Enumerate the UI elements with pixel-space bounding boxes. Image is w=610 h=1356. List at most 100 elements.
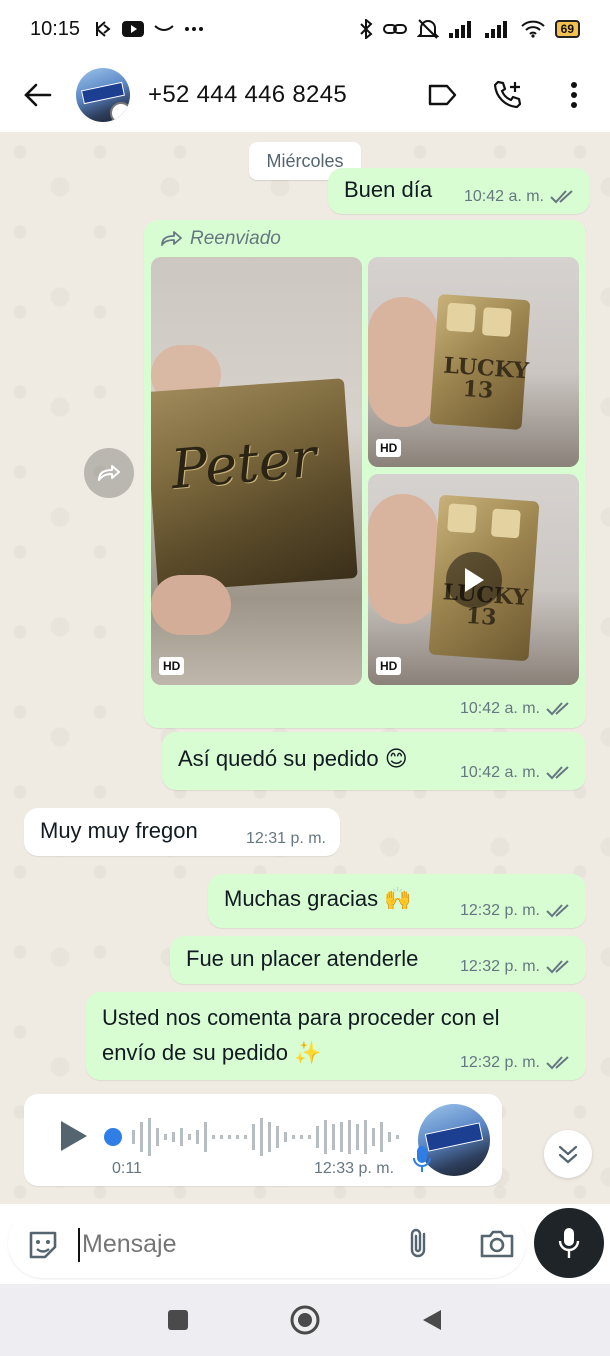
back-button[interactable] — [18, 75, 58, 115]
hd-badge: HD — [159, 657, 185, 675]
contact-avatar[interactable] — [76, 68, 130, 122]
double-check-icon — [546, 904, 569, 918]
home-circle-icon[interactable] — [289, 1304, 321, 1336]
lucky-number-text: 13 — [461, 375, 495, 404]
battery-icon: 69 — [554, 20, 580, 38]
message-time: 12:32 p. m. — [459, 902, 540, 919]
voice-scrubber-handle[interactable] — [104, 1128, 122, 1146]
header-actions — [424, 77, 592, 113]
back-triangle-icon[interactable] — [421, 1308, 443, 1332]
message-time: 10:42 a. m. — [459, 764, 540, 781]
message-bubble[interactable]: Usted nos comenta para proceder con el e… — [86, 992, 586, 1080]
forwarded-icon — [161, 231, 182, 246]
message-text: Fue un placer atenderle — [186, 946, 419, 971]
dice-shape — [447, 503, 478, 534]
voice-play-button[interactable] — [54, 1116, 94, 1156]
message-time: 12:32 p. m. — [459, 1054, 540, 1071]
message-input[interactable] — [82, 1224, 382, 1264]
play-video-button[interactable] — [445, 551, 502, 608]
voice-waveform[interactable] — [128, 1114, 408, 1160]
voice-message-bubble[interactable]: 0:11 12:33 p. m. — [24, 1094, 502, 1186]
dice-shape — [481, 307, 512, 338]
more-vert-icon — [571, 82, 577, 108]
hand-shape — [151, 575, 231, 635]
chat-area[interactable]: Miércoles Buen día 10:42 a. m. Reenviado… — [0, 132, 610, 1204]
photo-thumbnail[interactable]: LUCKY 13 HD — [368, 257, 579, 467]
status-badge-icon — [110, 102, 130, 122]
double-check-icon — [546, 702, 569, 716]
hand-shape — [368, 297, 438, 427]
more-options-button[interactable] — [556, 77, 592, 113]
smile-icon — [154, 25, 174, 31]
message-bubble[interactable]: Fue un placer atenderle 12:32 p. m. — [170, 936, 586, 984]
message-time: 12:31 p. m. — [245, 830, 326, 847]
message-composer — [0, 1204, 610, 1284]
signal-icon — [448, 21, 471, 38]
dice-shape — [490, 508, 521, 539]
double-check-icon — [546, 1056, 569, 1070]
arrow-left-icon — [24, 83, 52, 107]
label-button[interactable] — [424, 77, 460, 113]
status-right-icons: 69 — [359, 18, 580, 40]
forward-label: Reenviado — [160, 228, 281, 250]
chat-header: +52 444 446 8245 — [0, 58, 610, 132]
message-meta: 12:32 p. m. — [460, 902, 572, 920]
message-line: envío de su pedido ✨ — [102, 1040, 322, 1065]
message-text: Así quedó su pedido 😊 — [178, 746, 408, 771]
double-check-icon — [550, 190, 573, 204]
double-chevron-down-icon — [558, 1145, 578, 1164]
signal-icon-2 — [484, 21, 507, 38]
recents-square-icon[interactable] — [167, 1309, 189, 1331]
message-input-container[interactable] — [8, 1208, 526, 1278]
call-add-button[interactable] — [490, 77, 526, 113]
message-meta: 10:42 a. m. — [460, 764, 572, 782]
bluetooth-icon — [359, 19, 373, 39]
message-bubble[interactable]: Muchas gracias 🙌 12:32 p. m. — [208, 874, 586, 928]
hand-shape — [368, 494, 438, 624]
k-icon — [96, 21, 111, 37]
dice-shape — [446, 302, 476, 333]
double-check-icon — [546, 766, 569, 780]
video-thumbnail[interactable]: LUCKY 13 HD — [368, 474, 579, 685]
engraving-text: LUCKY 13 — [441, 353, 530, 404]
message-time: 12:32 p. m. — [459, 958, 540, 975]
forward-button[interactable] — [84, 448, 134, 498]
message-bubble[interactable]: Buen día 10:42 a. m. — [328, 168, 590, 214]
status-time: 10:15 — [30, 17, 81, 40]
contact-name[interactable]: +52 444 446 8245 — [148, 81, 347, 109]
mute-icon — [416, 19, 439, 39]
scroll-to-bottom-button[interactable] — [544, 1130, 592, 1178]
hd-badge: HD — [376, 657, 402, 675]
message-time: 10:42 a. m. — [459, 700, 540, 717]
mic-icon — [413, 1146, 431, 1172]
play-icon — [61, 1121, 87, 1151]
voice-record-button[interactable] — [534, 1208, 604, 1278]
forwarded-media-bubble[interactable]: Reenviado Peter HD LUCKY13 HD LUCKY13 — [144, 220, 586, 728]
message-bubble[interactable]: Muy muy fregon 12:31 p. m. — [24, 808, 340, 856]
message-meta: 12:32 p. m. — [460, 958, 572, 976]
message-meta: 10:42 a. m. — [464, 188, 576, 206]
paperclip-icon[interactable] — [402, 1226, 436, 1260]
sticker-icon[interactable] — [26, 1228, 60, 1262]
avatar-sign-shape — [424, 1122, 484, 1152]
wifi-icon — [520, 20, 545, 38]
more-icon — [185, 27, 204, 31]
message-meta: 10:42 a. m. — [460, 700, 572, 718]
share-icon — [98, 465, 120, 481]
voice-time: 12:33 p. m. — [314, 1160, 395, 1177]
play-icon — [464, 567, 484, 592]
avatar-sign-shape — [81, 81, 125, 105]
engraving-text: Peter — [168, 425, 319, 502]
label-icon — [428, 84, 457, 106]
message-text: Usted nos comenta para proceder con el e… — [102, 1000, 499, 1070]
status-left-icons — [94, 20, 204, 38]
double-check-icon — [546, 960, 569, 974]
hd-badge: HD — [376, 439, 402, 457]
youtube-icon — [122, 21, 145, 37]
mic-icon — [558, 1228, 580, 1258]
message-meta: 12:31 p. m. — [246, 830, 326, 848]
message-bubble[interactable]: Así quedó su pedido 😊 10:42 a. m. — [162, 732, 586, 790]
link-icon — [382, 24, 407, 34]
camera-icon[interactable] — [478, 1226, 516, 1260]
photo-thumbnail[interactable]: Peter HD — [151, 257, 362, 685]
